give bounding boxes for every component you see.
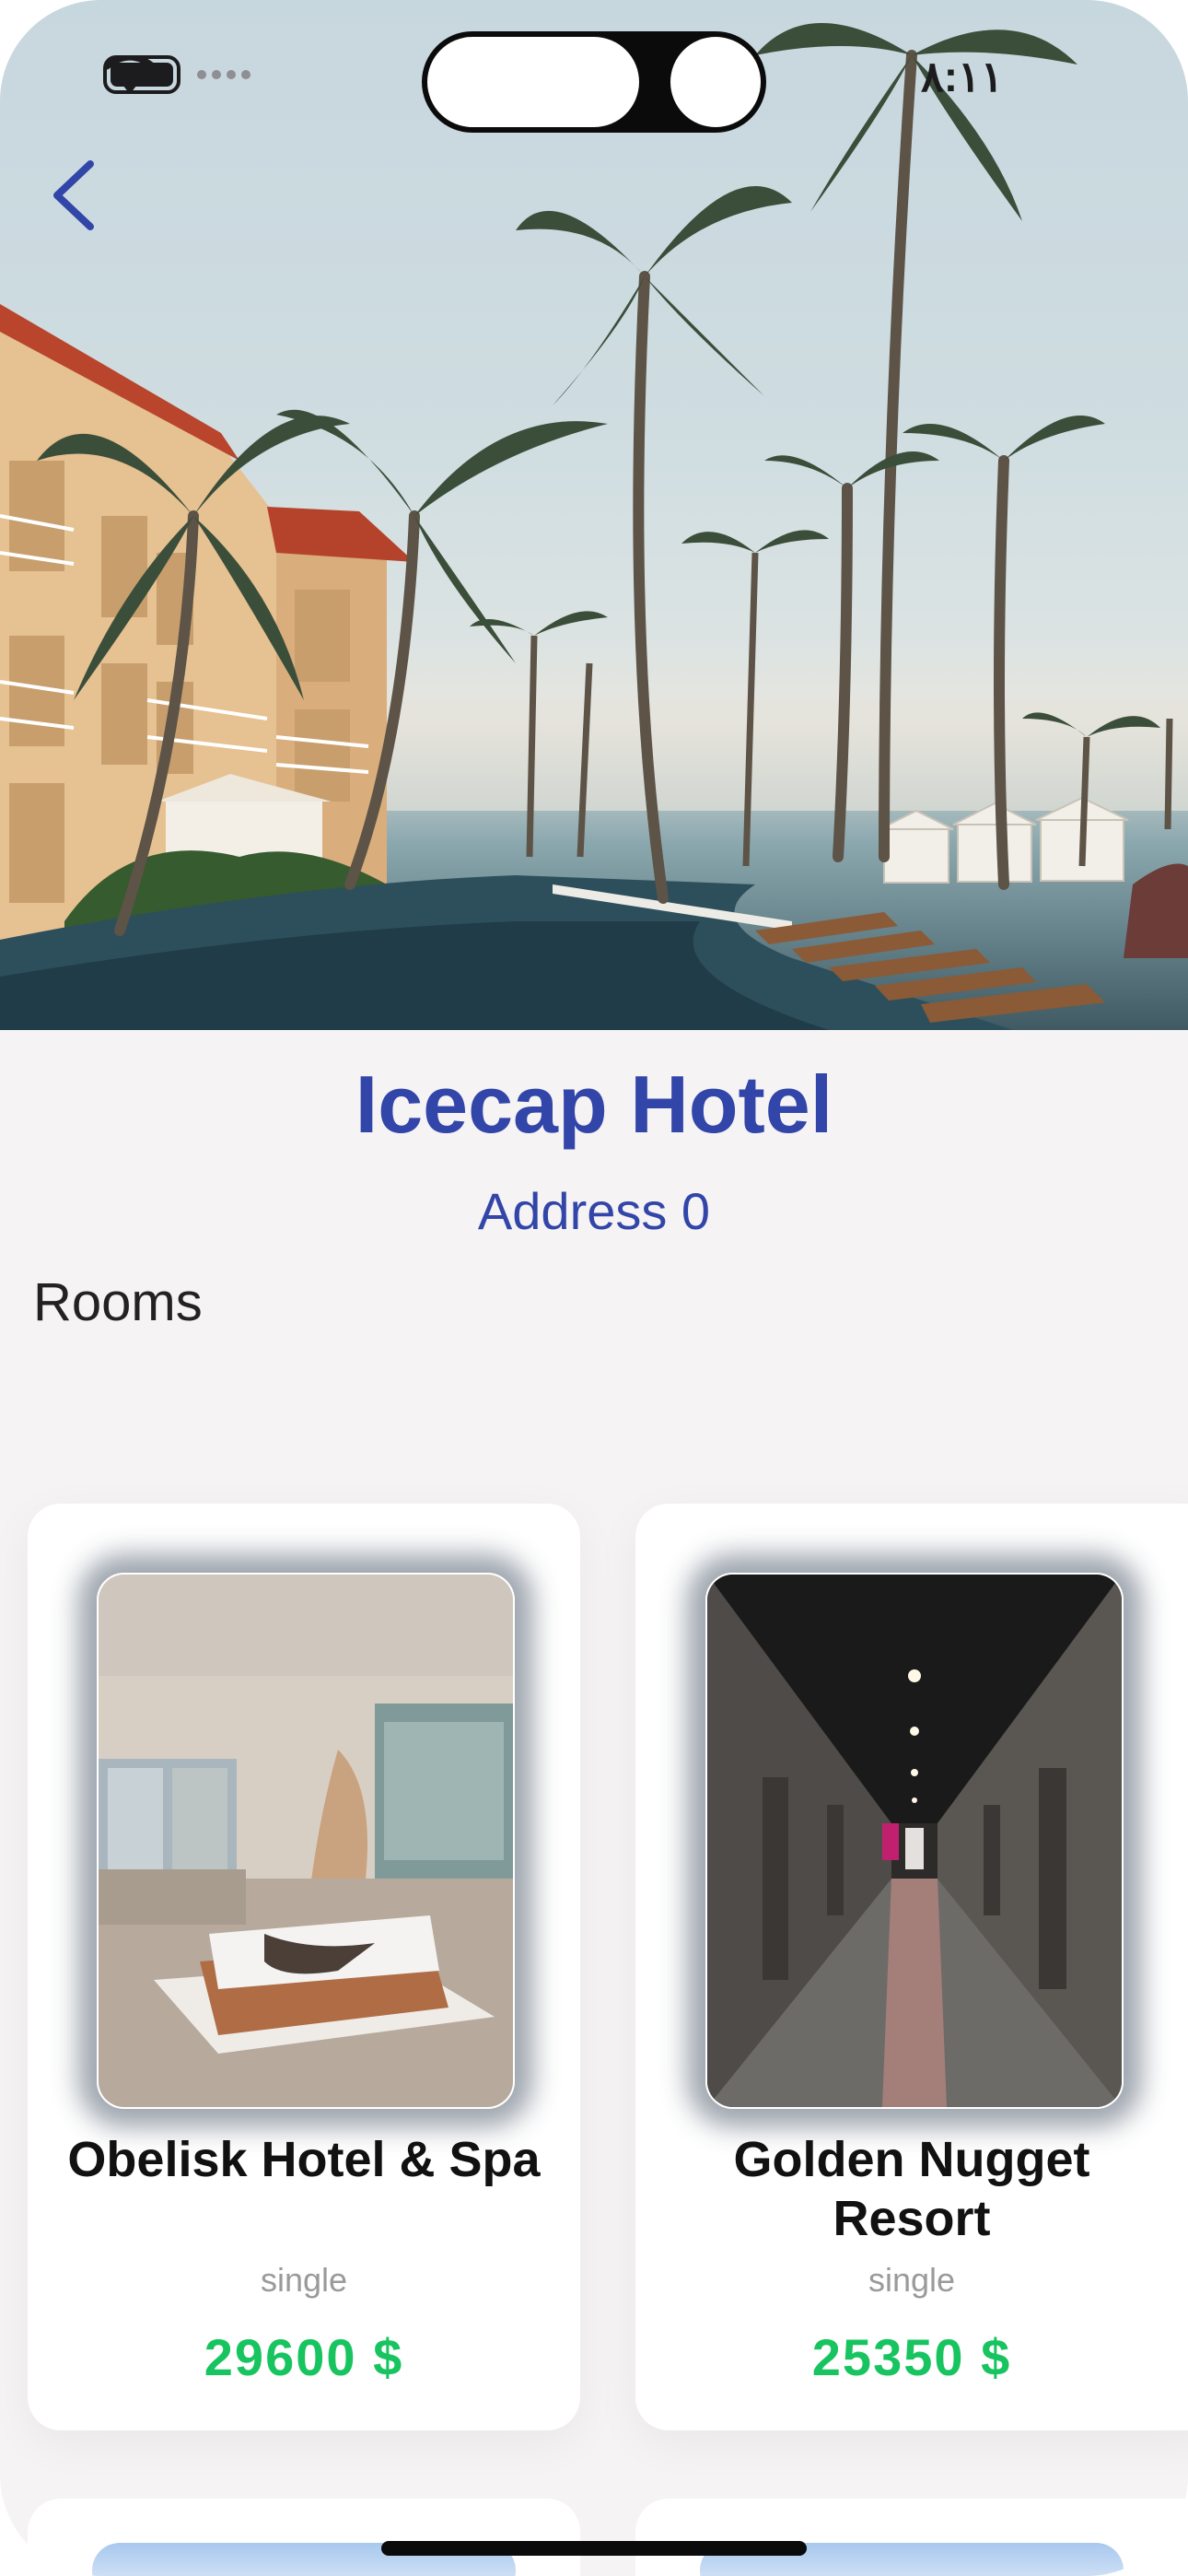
room-card[interactable] [28, 2499, 580, 2576]
room-card[interactable]: Golden Nugget Resort single 25350 $ [635, 1504, 1188, 2430]
room-photo [97, 1573, 515, 2109]
cellular-signal-icon [197, 70, 250, 79]
room-type: single [260, 2261, 348, 2299]
hotel-name: Icecap Hotel [355, 1059, 833, 1150]
room-card[interactable] [635, 2499, 1188, 2576]
app-screen: ٨:١١ Icecap Hotel Address 0 Rooms Obelis… [0, 0, 1188, 2576]
rooms-section-title: Rooms [33, 1272, 203, 1332]
room-price: 25350 $ [811, 2328, 1012, 2386]
status-time: ٨:١١ [921, 53, 1004, 100]
hotel-hero-image: ٨:١١ [0, 0, 1188, 1030]
home-indicator[interactable] [381, 2541, 807, 2556]
hotel-address: Address 0 [477, 1182, 711, 1240]
wifi-icon [103, 55, 157, 94]
room-title: Golden Nugget Resort [733, 2132, 1090, 2246]
room-type: single [868, 2261, 956, 2299]
room-price: 29600 $ [204, 2328, 404, 2386]
room-card[interactable]: Obelisk Hotel & Spa single 29600 $ [28, 1504, 580, 2430]
back-button[interactable] [37, 147, 111, 240]
room-photo [705, 1573, 1124, 2109]
chevron-left-icon [53, 160, 94, 230]
dynamic-island [422, 31, 766, 133]
room-title: Obelisk Hotel & Spa [67, 2132, 541, 2187]
status-bar-left [103, 55, 250, 94]
